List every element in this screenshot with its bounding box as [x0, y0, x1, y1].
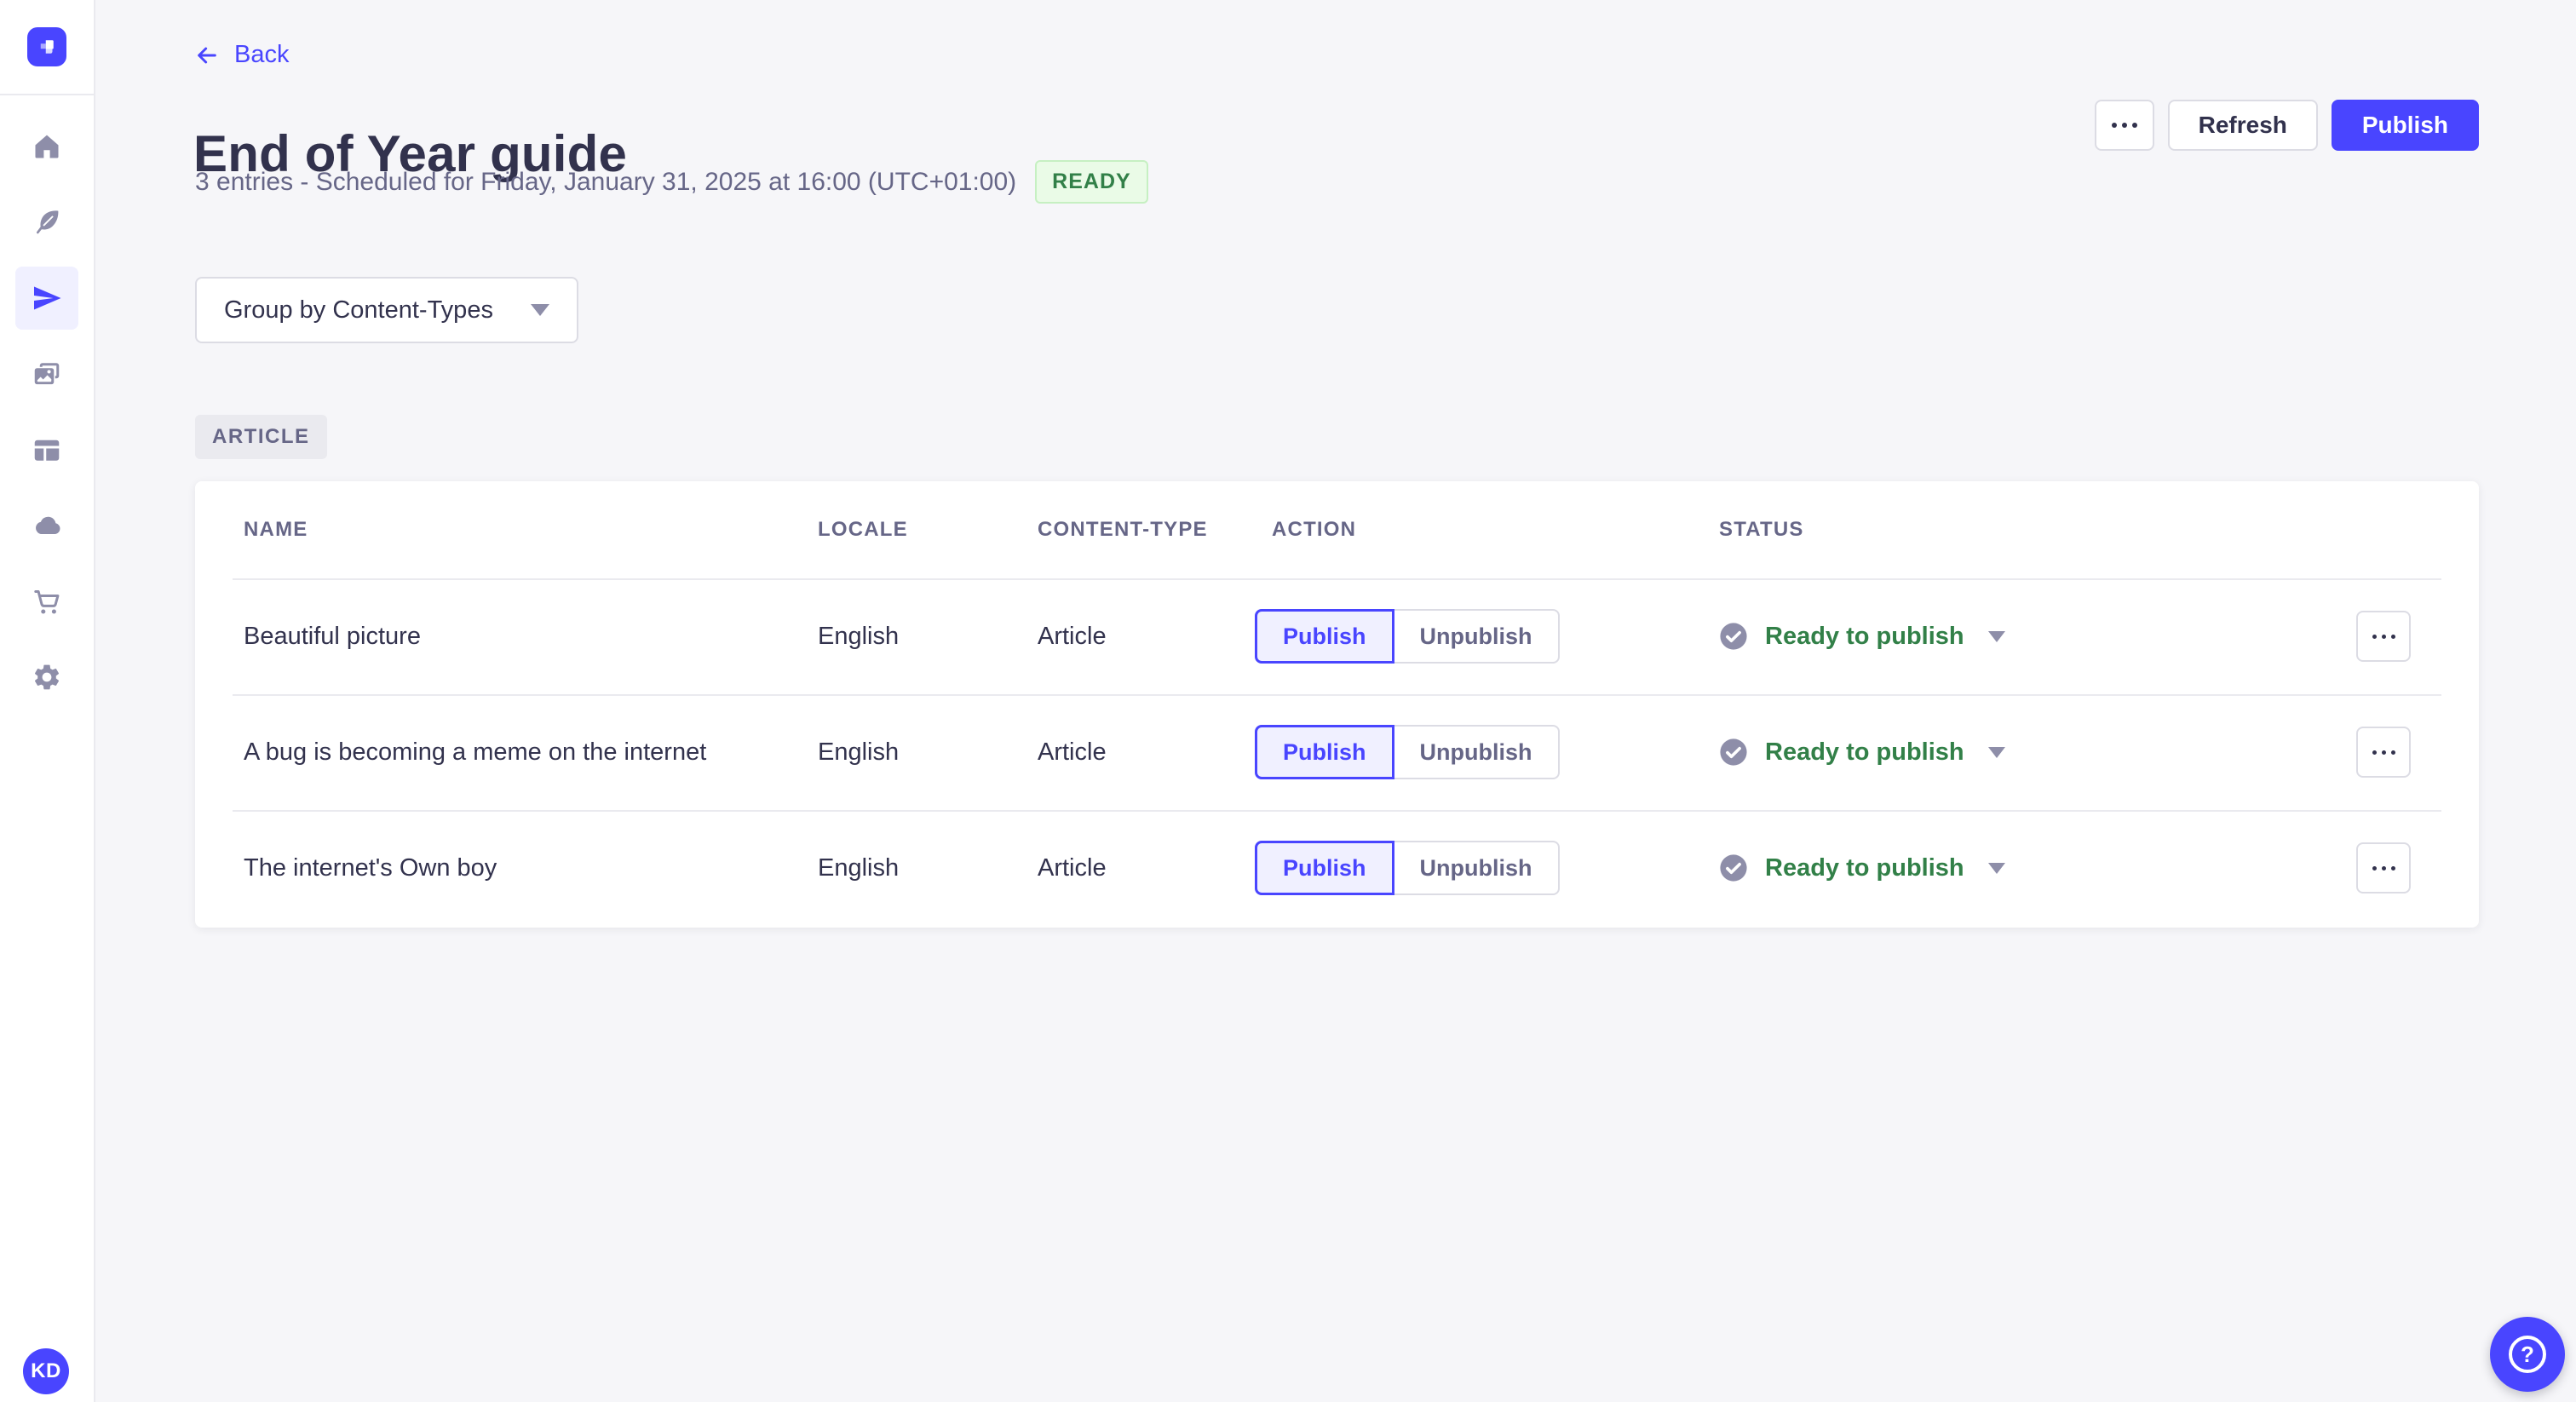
entry-status-dropdown[interactable]: Ready to publish	[1719, 622, 2283, 651]
subtitle-row: 3 entries - Scheduled for Friday, Januar…	[195, 160, 1148, 204]
column-header-name: NAME	[244, 518, 308, 541]
group-by-value: Group by Content-Types	[224, 296, 493, 324]
release-subtitle: 3 entries - Scheduled for Friday, Januar…	[195, 167, 1017, 196]
entry-status-cell: Ready to publish	[1719, 622, 2283, 651]
back-label: Back	[234, 41, 290, 68]
strapi-logo[interactable]	[27, 27, 66, 66]
question-mark-icon: ?	[2509, 1336, 2546, 1373]
publish-toggle: Publish Unpublish	[1255, 609, 1719, 664]
column-header-action: ACTION	[1272, 518, 1357, 541]
paper-plane-icon	[34, 286, 61, 310]
column-header-content-type: CONTENT-TYPE	[1038, 518, 1208, 541]
sidebar-item-deploy[interactable]	[15, 494, 78, 557]
entry-more-actions-button[interactable]	[2356, 842, 2411, 893]
publish-option[interactable]: Publish	[1255, 841, 1394, 895]
shopping-cart-icon	[34, 589, 60, 614]
chevron-down-icon	[1987, 630, 2005, 642]
publish-toggle: Publish Unpublish	[1255, 841, 1719, 895]
ellipsis-icon	[2111, 123, 2137, 128]
back-link[interactable]: Back	[193, 41, 289, 69]
sidebar-nav	[0, 115, 94, 721]
table-row: The internet's Own boy English Article P…	[195, 810, 2479, 926]
chevron-down-icon	[1987, 746, 2005, 758]
arrow-left-icon	[198, 47, 216, 63]
cloud-icon	[36, 516, 60, 535]
column-header-locale: LOCALE	[818, 518, 908, 541]
table-header-row: NAME LOCALE CONTENT-TYPE ACTION STATUS	[195, 481, 2479, 578]
feather-icon	[36, 210, 59, 234]
entry-action-cell: Publish Unpublish	[1255, 609, 1719, 664]
entry-status-label: Ready to publish	[1765, 853, 1964, 882]
release-status-badge: READY	[1035, 160, 1148, 204]
publish-option[interactable]: Publish	[1255, 725, 1394, 779]
sidebar-item-home[interactable]	[15, 115, 78, 178]
column-header-status: STATUS	[1719, 518, 1804, 541]
entry-content-type: Article	[1038, 622, 1107, 650]
gear-icon	[34, 664, 60, 690]
group-by-select[interactable]: Group by Content-Types	[195, 277, 578, 343]
entry-locale: English	[818, 853, 900, 882]
entry-status-label: Ready to publish	[1765, 622, 1964, 650]
publish-option[interactable]: Publish	[1255, 609, 1394, 664]
sidebar-logo-area	[0, 0, 94, 95]
entry-locale: English	[818, 738, 900, 766]
entry-name: A bug is becoming a meme on the internet	[244, 738, 707, 766]
sidebar-item-media-library[interactable]	[15, 342, 78, 405]
header-actions: Refresh Publish	[2094, 100, 2479, 151]
sidebar: KD	[0, 0, 95, 1402]
sidebar-item-releases[interactable]	[15, 267, 78, 330]
unpublish-option[interactable]: Unpublish	[1394, 609, 1560, 664]
unpublish-option[interactable]: Unpublish	[1394, 841, 1560, 895]
strapi-logo-icon	[40, 40, 54, 54]
entry-content-type: Article	[1038, 853, 1107, 882]
refresh-button[interactable]: Refresh	[2167, 100, 2318, 151]
ellipsis-icon	[2372, 865, 2395, 871]
publish-release-button[interactable]: Publish	[2331, 100, 2479, 151]
entry-more-cell	[2283, 727, 2479, 778]
sidebar-item-content-manager[interactable]	[15, 191, 78, 254]
images-icon	[34, 363, 60, 385]
chevron-down-icon	[1987, 862, 2005, 874]
check-circle-icon	[1720, 623, 1747, 650]
table-row: A bug is becoming a meme on the internet…	[195, 694, 2479, 810]
entry-status-dropdown[interactable]: Ready to publish	[1719, 738, 2283, 767]
entry-name: The internet's Own boy	[244, 853, 497, 882]
sidebar-item-settings[interactable]	[15, 646, 78, 709]
entry-status-cell: Ready to publish	[1719, 738, 2283, 767]
entry-status-dropdown[interactable]: Ready to publish	[1719, 853, 2283, 882]
sidebar-item-content-type-builder[interactable]	[15, 418, 78, 481]
table-row: Beautiful picture English Article Publis…	[195, 578, 2479, 694]
check-circle-icon	[1720, 738, 1747, 766]
unpublish-option[interactable]: Unpublish	[1394, 725, 1560, 779]
user-avatar[interactable]: KD	[23, 1348, 69, 1394]
entry-locale: English	[818, 622, 900, 650]
layout-icon	[34, 440, 60, 461]
entry-name: Beautiful picture	[244, 622, 421, 650]
check-circle-icon	[1720, 854, 1747, 882]
chevron-down-icon	[530, 304, 549, 316]
entry-content-type: Article	[1038, 738, 1107, 766]
entry-status-cell: Ready to publish	[1719, 853, 2283, 882]
ellipsis-icon	[2372, 634, 2395, 639]
entry-more-cell	[2283, 842, 2479, 893]
help-button[interactable]: ?	[2490, 1317, 2565, 1392]
ellipsis-icon	[2372, 750, 2395, 755]
entry-more-actions-button[interactable]	[2356, 727, 2411, 778]
home-icon	[35, 135, 59, 158]
entry-action-cell: Publish Unpublish	[1255, 841, 1719, 895]
main-content: Back End of Year guide Refresh Publish 3…	[95, 0, 2576, 1402]
entry-more-cell	[2283, 611, 2479, 662]
entry-status-label: Ready to publish	[1765, 738, 1964, 766]
sidebar-item-marketplace[interactable]	[15, 570, 78, 633]
release-more-actions-button[interactable]	[2094, 100, 2154, 151]
content-group-badge: ARTICLE	[195, 415, 327, 459]
release-details-page: KD Back End of Year guide Refresh Publis…	[0, 0, 2576, 1402]
entry-more-actions-button[interactable]	[2356, 611, 2411, 662]
entry-action-cell: Publish Unpublish	[1255, 725, 1719, 779]
entries-table-card: NAME LOCALE CONTENT-TYPE ACTION STATUS B…	[195, 481, 2479, 928]
publish-toggle: Publish Unpublish	[1255, 725, 1719, 779]
